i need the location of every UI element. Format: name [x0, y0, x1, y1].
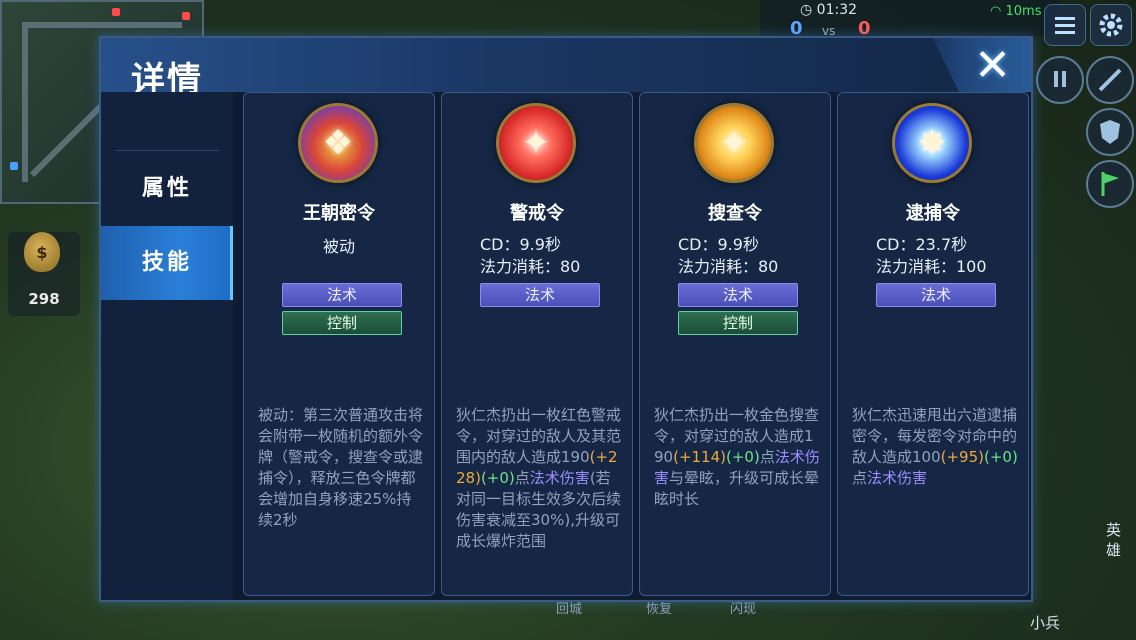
description-segment: 法术伤害 — [529, 469, 590, 487]
token-glyph: ✦ — [521, 123, 551, 163]
ping-text: 10ms — [1005, 4, 1042, 19]
timer-text: 01:32 — [816, 2, 858, 18]
dialog-sidebar: 属性 技能 — [101, 92, 233, 600]
tab-skills[interactable]: 技能 — [101, 226, 233, 300]
description-segment: (+0) — [984, 448, 1018, 466]
skill-card-1: ✦ 警戒令 CD：9.9秒 法力消耗：80 法术 狄仁杰扔出一枚红色警戒令，对穿… — [441, 92, 633, 596]
tokens-glyph: ❖ — [322, 123, 354, 163]
magic-tag: 法术 — [678, 283, 798, 307]
ping-readout: ◠ 10ms — [990, 4, 1041, 19]
minimap-lane — [22, 22, 182, 28]
magic-tag: 法术 — [282, 283, 402, 307]
minimap-enemy-marker — [182, 12, 190, 20]
shield-icon — [1100, 120, 1120, 144]
description-segment: 法术伤害 — [867, 469, 928, 487]
minimap-ally-marker — [10, 162, 18, 170]
tab-attributes[interactable]: 属性 — [101, 152, 233, 226]
skill-description: 狄仁杰扔出一枚红色警戒令，对穿过的敌人及其范围内的敌人造成190(+228)(+… — [456, 405, 622, 552]
arrest-order-icon: ✸ — [892, 103, 972, 183]
settings-button[interactable] — [1090, 4, 1132, 46]
gather-signal-button[interactable] — [1086, 160, 1134, 208]
skill-name: 王朝密令 — [303, 203, 375, 224]
hero-target-button[interactable]: 英雄 — [1106, 520, 1121, 560]
description-segment: 与晕眩，升级可成长晕眩时长 — [654, 469, 820, 508]
skill-description: 被动：第三次普通攻击将会附带一枚随机的额外令牌（警戒令，搜查令或逮捕令），释放三… — [258, 405, 424, 531]
attack-signal-button[interactable] — [1086, 56, 1134, 104]
search-order-icon: ✦ — [694, 103, 774, 183]
dynasty-order-icon: ❖ — [298, 103, 378, 183]
dialog-title-bar — [101, 38, 1031, 92]
description-segment: (+0) — [480, 469, 515, 487]
description-segment: 被动：第三次普通攻击将会附带一枚随机的额外令牌（警戒令，搜查令或逮捕令），释放三… — [258, 406, 424, 529]
description-segment: 点 — [852, 469, 868, 487]
cooldown-text: CD：9.9秒 — [678, 235, 759, 254]
close-icon: ✕ — [974, 40, 1011, 91]
menu-button[interactable] — [1044, 4, 1086, 46]
sword-icon — [1098, 68, 1122, 92]
skill-description: 狄仁杰扔出一枚金色搜查令，对穿过的敌人造成190(+114)(+0)点法术伤害与… — [654, 405, 820, 510]
passive-label: 被动 — [322, 237, 355, 256]
list-icon — [1055, 17, 1075, 34]
skill-card-passive: ❖ 王朝密令 被动 法术 控制 被动：第三次普通攻击将会附带一枚随机的额外令牌（… — [243, 92, 435, 596]
description-segment: (+114) — [673, 448, 726, 466]
sidebar-divider — [115, 150, 219, 151]
cooldown-text: CD：9.9秒 — [480, 235, 561, 254]
detail-dialog: 详情 ✕ 属性 技能 ❖ 王朝密令 被动 法术 控制 被动：第三次普通攻击将会附… — [99, 36, 1033, 602]
skill-card-3: ✸ 逮捕令 CD：23.7秒 法力消耗：100 法术 狄仁杰迅速甩出六道逮捕密令… — [837, 92, 1029, 596]
skill-description: 狄仁杰迅速甩出六道逮捕密令，每发密令对命中的敌人造成100(+95)(+0)点法… — [852, 405, 1018, 489]
token-glyph: ✦ — [719, 123, 749, 163]
pause-icon — [1054, 71, 1066, 87]
mana-cost-text: 法力消耗：100 — [876, 257, 987, 276]
description-segment: 点 — [759, 448, 775, 466]
match-timer: ◷ 01:32 — [800, 2, 857, 18]
gold-bag-icon: $ — [24, 232, 60, 272]
skill-name: 逮捕令 — [906, 203, 960, 224]
description-segment: 点 — [514, 469, 530, 487]
minimap-lane — [22, 22, 28, 182]
gear-icon — [1099, 13, 1123, 37]
control-tag: 控制 — [282, 311, 402, 335]
skill-name: 搜查令 — [708, 203, 762, 224]
alert-order-icon: ✦ — [496, 103, 576, 183]
magic-tag: 法术 — [480, 283, 600, 307]
pause-button[interactable] — [1036, 56, 1084, 104]
description-segment: (+0) — [726, 448, 760, 466]
burst-glyph: ✸ — [917, 123, 947, 163]
gold-amount: 298 — [28, 290, 60, 308]
skill-card-2: ✦ 搜查令 CD：9.9秒 法力消耗：80 法术 控制 狄仁杰扔出一枚金色搜查令… — [639, 92, 831, 596]
flag-icon — [1101, 172, 1119, 196]
retreat-signal-button[interactable] — [1086, 108, 1134, 156]
control-tag: 控制 — [678, 311, 798, 335]
minimap-enemy-marker — [112, 8, 120, 16]
description-segment: (+95) — [940, 448, 984, 466]
minion-target-button[interactable]: 小兵 — [1030, 612, 1060, 633]
mana-cost-text: 法力消耗：80 — [480, 257, 581, 276]
clock-icon: ◷ — [800, 2, 813, 18]
wifi-icon: ◠ — [990, 4, 1002, 19]
skill-name: 警戒令 — [510, 203, 564, 224]
magic-tag: 法术 — [876, 283, 996, 307]
cooldown-text: CD：23.7秒 — [876, 235, 968, 254]
mana-cost-text: 法力消耗：80 — [678, 257, 779, 276]
